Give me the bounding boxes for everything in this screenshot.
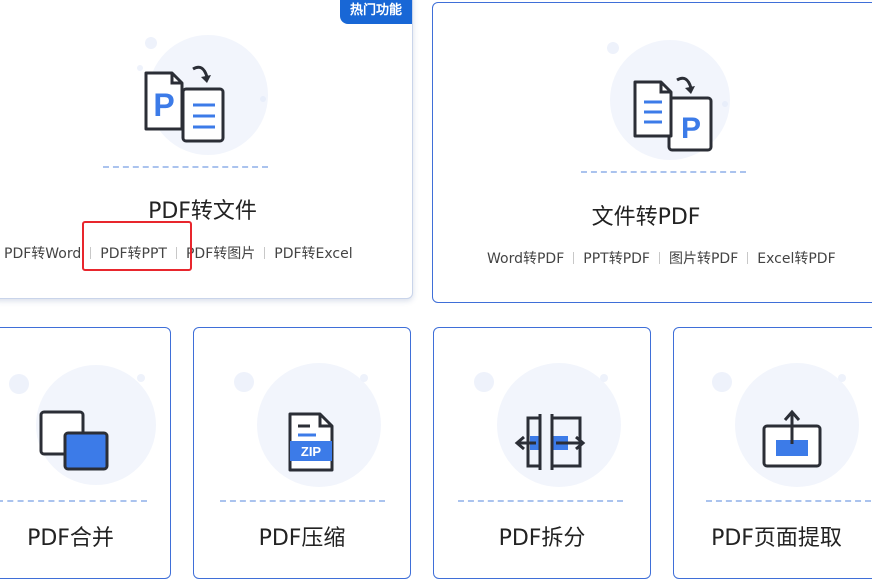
card-pdf-page-extract[interactable]: PDF页面提取 bbox=[673, 327, 872, 579]
card-pdf-merge[interactable]: PDF合并 bbox=[0, 327, 171, 579]
sub-links: Word转PDF PPT转PDF 图片转PDF Excel转PDF bbox=[478, 248, 872, 268]
hot-feature-badge: 热门功能 bbox=[339, 0, 412, 24]
link-image-to-pdf[interactable]: 图片转PDF bbox=[660, 248, 747, 268]
link-pdf-to-excel[interactable]: PDF转Excel bbox=[265, 243, 361, 263]
divider-dashes bbox=[706, 500, 871, 502]
card-title: PDF拆分 bbox=[498, 526, 586, 551]
pdf-to-file-icon: P bbox=[137, 35, 268, 155]
pdf-letter: P bbox=[681, 112, 701, 145]
zip-label: ZIP bbox=[301, 444, 322, 459]
link-word-to-pdf[interactable]: Word转PDF bbox=[478, 248, 573, 268]
link-ppt-to-pdf[interactable]: PPT转PDF bbox=[574, 248, 659, 268]
file-to-pdf-icon: P bbox=[607, 40, 730, 160]
card-pdf-split[interactable]: PDF拆分 bbox=[433, 327, 651, 579]
divider-dashes bbox=[220, 500, 385, 502]
divider-dashes bbox=[581, 171, 746, 173]
link-excel-to-pdf[interactable]: Excel转PDF bbox=[748, 248, 844, 268]
sub-links: PDF转Word PDF转PPT PDF转图片 PDF转Excel bbox=[0, 243, 412, 263]
compress-zip-icon: ZIP bbox=[234, 363, 381, 487]
card-title: PDF页面提取 bbox=[711, 526, 842, 551]
merge-icon bbox=[9, 365, 156, 485]
highlight-box bbox=[82, 221, 192, 271]
card-pdf-to-file[interactable]: 热门功能 P PDF转文件 PDF转Word PDF转PPT PDF转图片 PD… bbox=[0, 0, 413, 299]
card-pdf-compress[interactable]: ZIP PDF压缩 bbox=[193, 327, 411, 579]
divider-dashes bbox=[458, 500, 623, 502]
extract-icon bbox=[712, 363, 859, 487]
pdf-letter: P bbox=[153, 87, 174, 123]
card-title: 文件转PDF bbox=[591, 205, 701, 230]
divider-dashes bbox=[0, 500, 147, 502]
split-icon bbox=[474, 363, 621, 487]
link-pdf-to-word[interactable]: PDF转Word bbox=[0, 243, 90, 263]
divider-dashes bbox=[103, 166, 268, 168]
card-title: PDF转文件 bbox=[148, 199, 257, 224]
card-title: PDF压缩 bbox=[258, 526, 346, 551]
card-file-to-pdf[interactable]: P 文件转PDF Word转PDF PPT转PDF 图片转PDF Excel转P… bbox=[432, 2, 872, 303]
card-title: PDF合并 bbox=[27, 526, 114, 551]
